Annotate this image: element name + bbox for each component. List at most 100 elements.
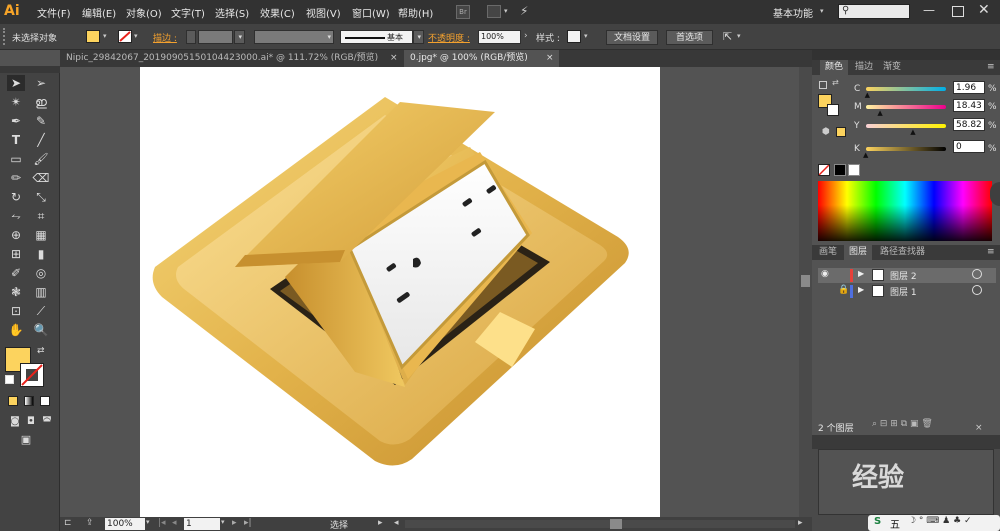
menu-view[interactable]: 视图(V) <box>306 5 341 20</box>
hscroll-right-icon[interactable]: ▸ <box>798 518 803 528</box>
tab-brushes[interactable]: 画笔 <box>814 245 842 260</box>
stroke-dropdown-icon[interactable]: ▾ <box>134 32 138 40</box>
workspace-dropdown-icon[interactable]: ▾ <box>820 7 824 15</box>
menu-object[interactable]: 对象(O) <box>126 5 162 20</box>
blend-tool-icon[interactable]: ◎ <box>32 265 50 281</box>
bridge-button[interactable]: Br <box>456 5 470 19</box>
black-slider[interactable] <box>866 147 946 151</box>
tab-stroke[interactable]: 描边 <box>850 60 878 75</box>
white-swatch[interactable] <box>848 164 860 176</box>
menu-window[interactable]: 窗口(W) <box>352 5 390 20</box>
color-spectrum[interactable] <box>818 181 992 241</box>
ime-tools-icons[interactable]: ☽ ° ⌨ ♟ ♣ ✓ <box>908 516 972 526</box>
none-mode-icon[interactable] <box>40 396 50 406</box>
magenta-value[interactable]: 18.43 <box>953 99 985 112</box>
opacity-label[interactable]: 不透明度 : <box>428 31 470 44</box>
free-transform-tool-icon[interactable]: ⌗ <box>32 208 50 224</box>
tab-nipic-ai[interactable]: Nipic_29842067_20190905150104423000.ai* … <box>60 50 402 67</box>
close-panel-icon[interactable]: × <box>975 423 983 433</box>
stroke-swatch[interactable] <box>118 30 132 43</box>
zoom-dropdown-icon[interactable]: ▾ <box>146 518 150 526</box>
first-artboard-icon[interactable]: |◂ <box>158 518 166 528</box>
tab-close-icon[interactable]: × <box>390 50 398 66</box>
none-swatch[interactable] <box>818 164 830 176</box>
black-value[interactable]: 0 <box>953 140 985 153</box>
panel-menu-icon[interactable]: ≡ <box>987 62 995 72</box>
expand-triangle-icon[interactable]: ▶ <box>858 269 864 278</box>
scroll-thumb[interactable] <box>801 275 810 287</box>
column-graph-tool-icon[interactable]: ▥ <box>32 284 50 300</box>
preferences-button[interactable]: 首选项 <box>666 30 713 45</box>
tab-close-icon[interactable]: × <box>546 50 554 66</box>
layer-row-2[interactable]: ◉ ▶ 图层 2 <box>818 268 996 283</box>
share-icon[interactable]: ⇪ <box>86 518 94 528</box>
hscroll-left-icon[interactable]: ◂ <box>394 518 399 528</box>
default-fill-stroke-icon[interactable] <box>819 81 827 89</box>
draw-inside-icon[interactable]: ◚ <box>38 414 56 430</box>
stroke-weight-field[interactable] <box>198 30 233 44</box>
menu-help[interactable]: 帮助(H) <box>398 5 433 20</box>
brush-dropdown[interactable]: ▾ <box>413 30 424 44</box>
layer-name[interactable]: 图层 1 <box>890 285 917 298</box>
swap-icon[interactable]: ⇄ <box>832 78 839 87</box>
magic-wand-tool-icon[interactable]: ✴ <box>7 94 25 110</box>
layer-row-1[interactable]: 🔒 ▶ 图层 1 <box>818 284 996 299</box>
color-mode-icon[interactable] <box>8 396 18 406</box>
vertical-scrollbar[interactable] <box>799 67 812 517</box>
eyedropper-tool-icon[interactable]: ✐ <box>7 265 25 281</box>
hand-tool-icon[interactable]: ✋ <box>7 322 25 338</box>
mesh-tool-icon[interactable]: ⊞ <box>7 246 25 262</box>
shape-builder-tool-icon[interactable]: ⊕ <box>7 227 25 243</box>
out-of-gamut-icon[interactable]: ⬢ <box>822 127 830 137</box>
slice-tool-icon[interactable]: ⟋ <box>32 303 50 319</box>
tab-pathfinder[interactable]: 路径查找器 <box>875 245 930 260</box>
minimize-icon[interactable]: — <box>923 3 935 17</box>
arrange-docs-icon[interactable] <box>487 5 501 18</box>
pen-tool-icon[interactable]: ✒ <box>7 113 25 129</box>
last-artboard-icon[interactable]: ▸| <box>244 518 252 528</box>
cyan-slider[interactable] <box>866 87 946 91</box>
cyan-value[interactable]: 1.96 <box>953 81 985 94</box>
eraser-tool-icon[interactable]: ⌫ <box>32 170 50 186</box>
status-nav-icon[interactable]: ⊏ <box>64 518 72 528</box>
screen-mode-icon[interactable]: ▣ <box>17 432 35 448</box>
menu-type[interactable]: 文字(T) <box>171 5 205 20</box>
width-tool-icon[interactable]: ⥊ <box>7 208 25 224</box>
tab-color[interactable]: 颜色 <box>820 60 849 75</box>
status-menu-icon[interactable]: ▸ <box>378 518 383 528</box>
document-setup-button[interactable]: 文档设置 <box>606 30 658 45</box>
artboard-canvas[interactable] <box>140 67 660 520</box>
gpu-performance-icon[interactable]: ⚡ <box>520 4 528 18</box>
type-tool-icon[interactable]: T <box>7 132 25 148</box>
stroke-weight-stepper[interactable] <box>186 30 196 44</box>
cyan-slider-thumb[interactable]: ▲ <box>865 91 870 99</box>
curvature-tool-icon[interactable]: ✎ <box>32 113 50 129</box>
tab-gradient[interactable]: 渐变 <box>878 60 906 75</box>
lock-icon[interactable]: 🔒 <box>838 285 849 295</box>
tab-0-jpg[interactable]: 0.jpg* @ 100% (RGB/预览) × <box>404 50 559 67</box>
menu-edit[interactable]: 编辑(E) <box>82 5 116 20</box>
zoom-field[interactable]: 100% <box>105 518 145 530</box>
zoom-tool-icon[interactable]: 🔍 <box>32 322 50 338</box>
gradient-mode-icon[interactable] <box>24 396 34 406</box>
maximize-icon[interactable] <box>952 6 964 17</box>
next-artboard-icon[interactable]: ▸ <box>232 518 237 528</box>
direct-selection-tool-icon[interactable]: ➢ <box>32 75 50 91</box>
yellow-value[interactable]: 58.82 <box>953 118 985 131</box>
pencil-tool-icon[interactable]: ✏ <box>7 170 25 186</box>
document-arrange-icon[interactable]: ⇱ <box>723 30 732 43</box>
hscroll-thumb[interactable] <box>610 519 622 529</box>
search-input[interactable]: ⚲ <box>838 4 910 19</box>
perspective-grid-tool-icon[interactable]: ▦ <box>32 227 50 243</box>
layer-name[interactable]: 图层 2 <box>890 269 917 282</box>
graphic-style-swatch[interactable] <box>567 30 581 43</box>
expand-triangle-icon[interactable]: ▶ <box>858 285 864 294</box>
arrange-dropdown-icon[interactable]: ▾ <box>737 32 741 40</box>
color-panel-stroke-swatch[interactable] <box>827 104 839 116</box>
rotate-tool-icon[interactable]: ↻ <box>7 189 25 205</box>
swap-fill-stroke-icon[interactable]: ⇄ <box>37 346 45 356</box>
fill-dropdown-icon[interactable]: ▾ <box>103 32 107 40</box>
layers-footer-icons[interactable]: ⌕ ⊟ ⊞ ⧉ ▣ 🗑 <box>872 419 933 429</box>
dock-collapse-handle[interactable] <box>990 182 1000 206</box>
artboard-dropdown-icon[interactable]: ▾ <box>221 518 225 526</box>
